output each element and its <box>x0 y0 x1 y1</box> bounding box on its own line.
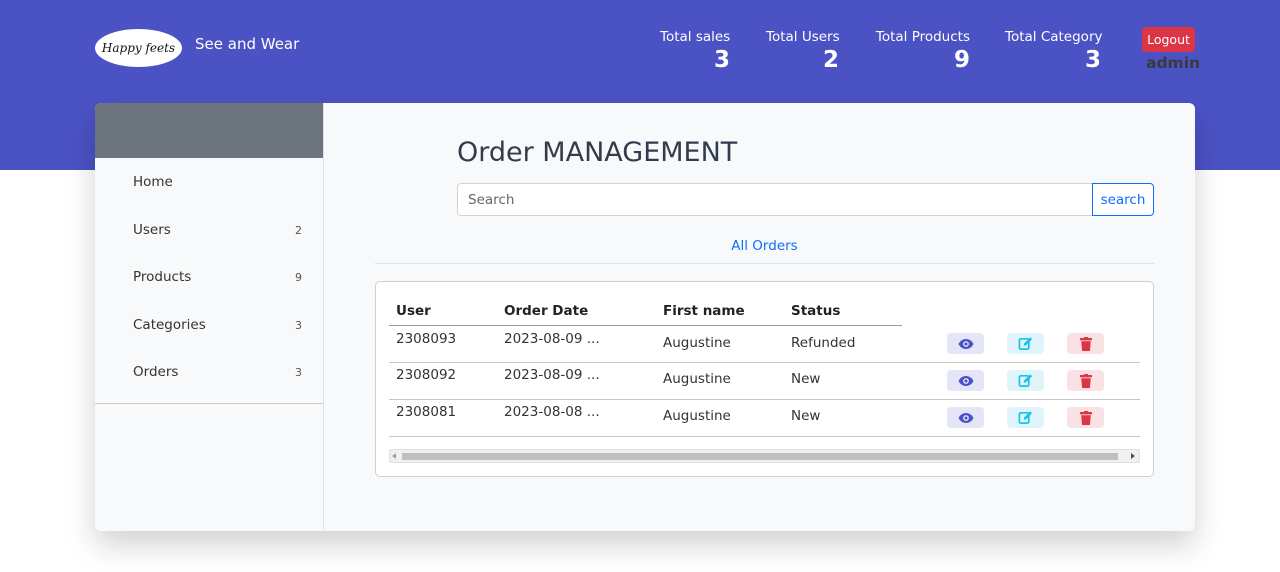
scroll-left-arrow-icon[interactable] <box>392 453 396 459</box>
brand-name: See and Wear <box>195 35 300 53</box>
scrollbar-thumb[interactable] <box>402 453 1118 460</box>
cell-status: New <box>791 408 821 424</box>
cell-user: 2308092 <box>396 367 457 383</box>
orders-table: User Order Date First name Status 230809… <box>375 281 1154 477</box>
stat-total-users: Total Users 2 <box>766 29 840 73</box>
sidebar-item-label: Orders <box>133 364 179 380</box>
eye-icon <box>958 412 973 423</box>
eye-icon <box>958 375 973 386</box>
scroll-right-arrow-icon[interactable] <box>1131 453 1135 459</box>
cell-order-date: 2023-08-09 ... <box>504 367 600 383</box>
stat-label: Total sales <box>660 29 731 45</box>
table-row: 2308093 2023-08-09 ... Augustine Refunde… <box>376 326 1153 363</box>
stat-label: Total Products <box>875 29 970 45</box>
search-button[interactable]: search <box>1092 183 1154 216</box>
sidebar-item-count: 9 <box>295 271 302 284</box>
main-content: Order MANAGEMENT search All Orders User … <box>324 103 1195 531</box>
sidebar-item-orders[interactable]: Orders 3 <box>95 348 323 396</box>
delete-order-button[interactable] <box>1067 407 1104 428</box>
sidebar-item-label: Home <box>133 174 173 190</box>
trash-icon <box>1079 336 1092 351</box>
cell-first-name: Augustine <box>663 371 731 387</box>
row-divider <box>389 436 1140 437</box>
delete-order-button[interactable] <box>1067 333 1104 354</box>
edit-icon <box>1018 411 1033 424</box>
search-input[interactable] <box>457 183 1093 216</box>
view-order-button[interactable] <box>947 370 984 391</box>
table-row: 2308092 2023-08-09 ... Augustine New <box>376 363 1153 400</box>
cell-status: New <box>791 371 821 387</box>
view-order-button[interactable] <box>947 333 984 354</box>
stat-label: Total Category <box>1005 29 1103 45</box>
eye-icon <box>958 338 973 349</box>
trash-icon <box>1079 373 1092 388</box>
stat-label: Total Users <box>766 29 840 45</box>
sidebar-item-users[interactable]: Users 2 <box>95 206 323 254</box>
cell-order-date: 2023-08-09 ... <box>504 331 600 347</box>
all-orders-link[interactable]: All Orders <box>375 238 1154 254</box>
edit-order-button[interactable] <box>1007 407 1044 428</box>
sidebar-item-count: 3 <box>295 366 302 379</box>
stat-value: 2 <box>822 47 839 73</box>
view-order-button[interactable] <box>947 407 984 428</box>
sidebar: Home Users 2 Products 9 Categories 3 Ord… <box>95 103 324 531</box>
column-header-first-name: First name <box>663 303 745 319</box>
logo-text: Happy feets <box>101 41 176 55</box>
sidebar-item-label: Categories <box>133 316 206 333</box>
cell-user: 2308081 <box>396 404 457 420</box>
delete-order-button[interactable] <box>1067 370 1104 391</box>
sidebar-header <box>95 103 323 158</box>
column-header-user: User <box>396 303 431 319</box>
admin-username: admin <box>1146 54 1201 72</box>
cell-order-date: 2023-08-08 ... <box>504 404 600 420</box>
cell-status: Refunded <box>791 335 856 351</box>
column-header-status: Status <box>791 303 841 319</box>
cell-user: 2308093 <box>396 331 457 347</box>
edit-order-button[interactable] <box>1007 333 1044 354</box>
sidebar-item-label: Products <box>133 269 192 285</box>
edit-order-button[interactable] <box>1007 370 1044 391</box>
edit-icon <box>1018 374 1033 387</box>
sidebar-item-count: 2 <box>295 223 302 237</box>
stat-total-category: Total Category 3 <box>1005 29 1103 73</box>
stat-value: 9 <box>953 47 970 73</box>
sidebar-item-count: 3 <box>295 318 302 332</box>
stat-total-products: Total Products 9 <box>875 29 970 73</box>
page-title: Order MANAGEMENT <box>457 137 738 168</box>
sidebar-item-products[interactable]: Products 9 <box>95 253 323 301</box>
logo[interactable]: Happy feets <box>95 29 182 67</box>
logout-button[interactable]: Logout <box>1142 27 1195 52</box>
stat-total-sales: Total sales 3 <box>660 29 730 73</box>
sidebar-item-home[interactable]: Home <box>95 158 323 206</box>
sidebar-item-label: Users <box>133 221 171 238</box>
edit-icon <box>1018 337 1033 350</box>
cell-first-name: Augustine <box>663 408 731 424</box>
stat-value: 3 <box>1084 47 1101 73</box>
dashboard-card: Home Users 2 Products 9 Categories 3 Ord… <box>95 103 1195 531</box>
stat-value: 3 <box>713 47 730 73</box>
horizontal-scrollbar[interactable] <box>389 449 1140 463</box>
cell-first-name: Augustine <box>663 335 731 351</box>
table-row: 2308081 2023-08-08 ... Augustine New <box>376 400 1153 437</box>
trash-icon <box>1079 410 1092 425</box>
column-header-order-date: Order Date <box>504 303 589 319</box>
sidebar-item-categories[interactable]: Categories 3 <box>95 301 323 349</box>
sidebar-nav: Home Users 2 Products 9 Categories 3 Ord… <box>95 158 323 404</box>
divider <box>375 263 1154 264</box>
